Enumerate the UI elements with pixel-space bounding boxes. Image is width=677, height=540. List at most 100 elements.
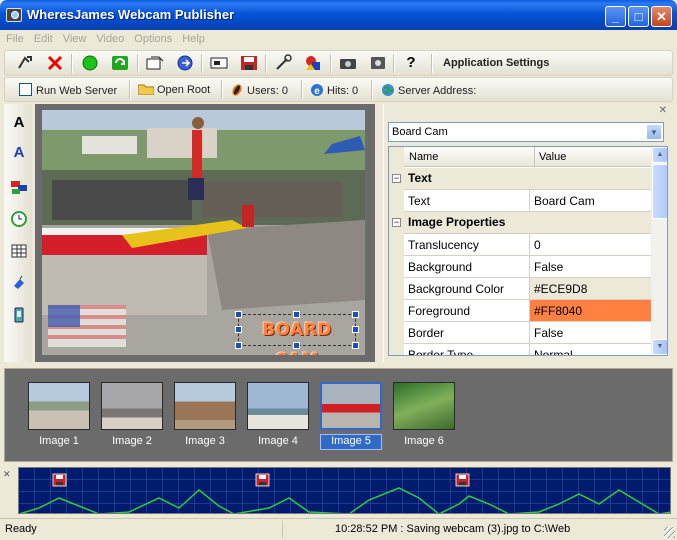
column-header-value[interactable]: Value xyxy=(534,147,566,167)
new-icon[interactable] xyxy=(15,54,35,72)
thumbnail-image-4[interactable] xyxy=(247,382,309,430)
property-row[interactable]: Translucency 0 xyxy=(404,234,653,256)
menu-view[interactable]: View xyxy=(57,30,91,45)
text-tool-icon[interactable]: A xyxy=(10,114,28,132)
column-header-name[interactable]: Name xyxy=(409,151,438,163)
property-value-cell[interactable]: False xyxy=(529,322,653,343)
fill-icon[interactable] xyxy=(10,274,28,292)
separator xyxy=(221,80,223,99)
minimize-button[interactable]: _ xyxy=(605,6,626,27)
webcam-preview-image[interactable]: BOARD CAM xyxy=(42,110,365,355)
separator xyxy=(137,54,139,73)
property-value-cell[interactable]: #ECE9D8 xyxy=(529,278,653,299)
thumbnail-image-2[interactable] xyxy=(101,382,163,430)
tools-icon[interactable] xyxy=(273,54,293,72)
graph-close-icon[interactable]: ✕ xyxy=(3,469,11,480)
separator xyxy=(301,80,303,99)
collapse-icon[interactable]: − xyxy=(392,218,401,227)
object-selector-value: Board Cam xyxy=(392,126,448,138)
foreground-color-swatch[interactable]: #FF8040 xyxy=(529,300,653,321)
thumbnail-label[interactable]: Image 1 xyxy=(28,435,90,447)
scroll-up-icon[interactable]: ▲ xyxy=(652,147,667,163)
shapes-icon[interactable] xyxy=(303,54,323,72)
property-row[interactable]: Foreground #FF8040 xyxy=(404,300,653,322)
thumbnail-image-1[interactable] xyxy=(28,382,90,430)
thumbnail-label[interactable]: Image 3 xyxy=(174,435,236,447)
thumbnail-label[interactable]: Image 6 xyxy=(393,435,455,447)
property-value-cell[interactable]: False xyxy=(529,256,653,277)
resize-handle[interactable] xyxy=(235,311,242,318)
shapes-tool-icon[interactable] xyxy=(10,178,28,196)
camera-icon[interactable] xyxy=(338,54,358,72)
server-address: Server Address: xyxy=(381,83,476,97)
forward-icon[interactable] xyxy=(175,54,195,72)
separator xyxy=(129,80,131,99)
close-button[interactable]: ✕ xyxy=(651,6,672,27)
resize-grip[interactable] xyxy=(664,527,675,538)
property-row[interactable]: Border False xyxy=(404,322,653,344)
save-icon[interactable] xyxy=(239,54,259,72)
property-name: Border Type xyxy=(408,348,474,356)
image-icon[interactable] xyxy=(209,54,229,72)
property-value-cell[interactable]: Board Cam xyxy=(529,190,653,211)
property-row[interactable]: Border Type Normal xyxy=(404,344,653,356)
scroll-down-icon[interactable]: ▼ xyxy=(652,339,667,355)
resize-handle[interactable] xyxy=(235,342,242,349)
resize-handle[interactable] xyxy=(293,342,300,349)
menu-video[interactable]: Video xyxy=(90,30,128,45)
activity-graph-canvas xyxy=(19,468,670,513)
watermark-icon[interactable] xyxy=(10,306,28,324)
menu-help[interactable]: Help xyxy=(176,30,209,45)
menu-file[interactable]: File xyxy=(0,30,28,45)
separator xyxy=(330,54,332,73)
run-web-server-toggle[interactable]: Run Web Server xyxy=(19,83,117,97)
property-value: 0 xyxy=(534,238,541,252)
thumbnail-label[interactable]: Image 2 xyxy=(101,435,163,447)
property-value: Normal xyxy=(534,348,573,356)
category-image-properties[interactable]: Image Properties xyxy=(404,212,653,234)
category-text[interactable]: Text xyxy=(404,168,653,190)
grid-header: Name Value xyxy=(404,147,653,167)
menu-edit[interactable]: Edit xyxy=(28,30,57,45)
maximize-button[interactable]: □ xyxy=(628,6,649,27)
collapse-icon[interactable]: − xyxy=(392,174,401,183)
thumbnail-image-6[interactable] xyxy=(393,382,455,430)
chevron-down-icon[interactable]: ▼ xyxy=(646,124,662,140)
refresh-icon[interactable] xyxy=(110,54,130,72)
panel-close-icon[interactable]: ✕ xyxy=(659,105,667,116)
resize-handle[interactable] xyxy=(293,311,300,318)
property-row[interactable]: Background False xyxy=(404,256,653,278)
text-style-icon[interactable]: A xyxy=(10,144,28,162)
property-grid: Name Value − Text Text Board Cam − Image… xyxy=(388,146,668,356)
property-grid-scrollbar[interactable]: ▲ ▼ xyxy=(651,147,667,355)
help-icon[interactable]: ? xyxy=(401,54,421,72)
status-message-pane: 10:28:52 PM : Saving webcam (3).jpg to C… xyxy=(282,521,664,538)
resize-handle[interactable] xyxy=(235,326,242,333)
webcam-icon[interactable] xyxy=(368,54,388,72)
property-value-cell[interactable]: 0 xyxy=(529,234,653,255)
property-row[interactable]: Background Color #ECE9D8 xyxy=(404,278,653,300)
resize-handle[interactable] xyxy=(352,342,359,349)
table-icon[interactable] xyxy=(10,242,28,260)
thumbnail-image-5[interactable] xyxy=(320,382,382,430)
start-icon[interactable] xyxy=(80,54,100,72)
thumbnail-label-selected[interactable]: Image 5 xyxy=(320,434,382,450)
clock-icon[interactable] xyxy=(10,210,28,228)
property-value: #ECE9D8 xyxy=(534,282,588,296)
thumbnail-label[interactable]: Image 4 xyxy=(247,435,309,447)
property-row[interactable]: Text Board Cam xyxy=(404,190,653,212)
object-selector[interactable]: Board Cam ▼ xyxy=(388,122,664,142)
capture-icon[interactable] xyxy=(145,54,165,72)
menu-options[interactable]: Options xyxy=(128,30,176,45)
globe-icon xyxy=(382,84,394,96)
scroll-thumb[interactable] xyxy=(652,164,667,219)
resize-handle[interactable] xyxy=(352,311,359,318)
delete-icon[interactable] xyxy=(45,54,65,72)
thumbnail-image-3[interactable] xyxy=(174,382,236,430)
resize-handle[interactable] xyxy=(352,326,359,333)
vertical-splitter[interactable] xyxy=(377,104,382,362)
application-settings-label[interactable]: Application Settings xyxy=(443,57,549,69)
property-value-cell[interactable]: Normal xyxy=(529,344,653,356)
run-web-server-checkbox[interactable] xyxy=(19,83,32,96)
open-root-button[interactable]: Open Root xyxy=(137,83,210,96)
